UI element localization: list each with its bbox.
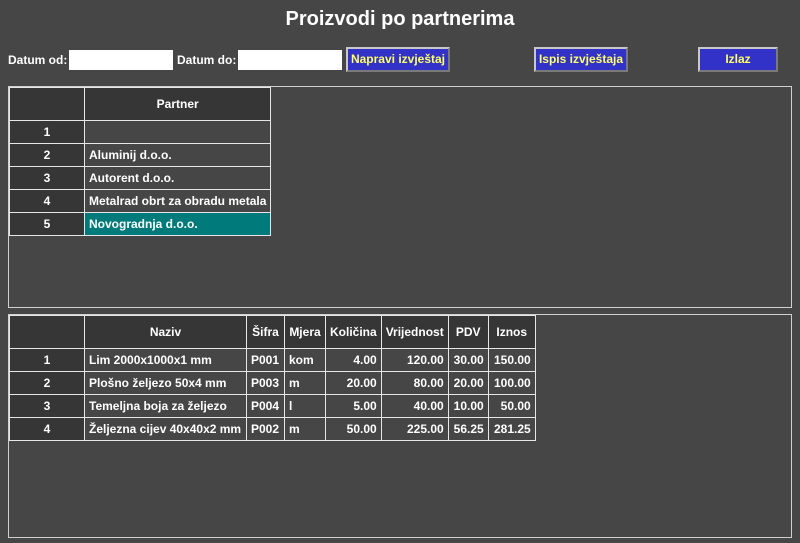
partner-name-cell[interactable]: Novogradnja d.o.o. xyxy=(83,212,272,236)
row-number-header xyxy=(9,315,85,349)
date-from-label: Datum od: xyxy=(8,53,68,67)
row-number[interactable]: 2 xyxy=(9,371,85,395)
exit-button[interactable]: Izlaz xyxy=(698,47,778,72)
row-number[interactable]: 4 xyxy=(9,189,85,213)
pdv-column-header[interactable]: PDV xyxy=(447,315,489,349)
partner-column-header[interactable]: Partner xyxy=(83,87,272,121)
iznos-cell[interactable]: 281.25 xyxy=(487,417,536,441)
mjera-column-header[interactable]: Mjera xyxy=(284,315,326,349)
pdv-cell[interactable]: 56.25 xyxy=(447,417,489,441)
products-grid[interactable]: Naziv Šifra Mjera Količina Vrijednost PD… xyxy=(8,314,792,538)
row-number[interactable]: 4 xyxy=(9,417,85,441)
naziv-cell[interactable]: Lim 2000x1000x1 mm xyxy=(84,348,247,372)
vrijednost-cell[interactable]: 225.00 xyxy=(380,417,449,441)
date-to-field[interactable] xyxy=(238,50,342,70)
pdv-cell[interactable]: 30.00 xyxy=(447,348,489,372)
row-number[interactable]: 1 xyxy=(9,348,85,372)
naziv-cell[interactable]: Plošno željezo 50x4 mm xyxy=(84,371,247,395)
table-row[interactable]: 1 xyxy=(9,120,272,144)
table-row[interactable]: 5 Novogradnja d.o.o. xyxy=(9,212,272,236)
kolicina-cell[interactable]: 4.00 xyxy=(325,348,382,372)
row-number[interactable]: 3 xyxy=(9,166,85,190)
kolicina-cell[interactable]: 5.00 xyxy=(325,394,382,418)
iznos-column-header[interactable]: Iznos xyxy=(487,315,536,349)
sifra-column-header[interactable]: Šifra xyxy=(246,315,285,349)
vrijednost-cell[interactable]: 120.00 xyxy=(380,348,449,372)
table-row[interactable]: 4 Željezna cijev 40x40x2 mm P002 m 50.00 225.… xyxy=(9,417,536,441)
partner-name-cell[interactable]: Aluminij d.o.o. xyxy=(83,143,272,167)
table-row[interactable]: 3 Autorent d.o.o. xyxy=(9,166,272,190)
row-number-header xyxy=(9,87,85,121)
mjera-cell[interactable]: kom xyxy=(284,348,326,372)
naziv-column-header[interactable]: Naziv xyxy=(84,315,247,349)
sifra-cell[interactable]: P002 xyxy=(246,417,285,441)
sifra-cell[interactable]: P001 xyxy=(246,348,285,372)
sifra-cell[interactable]: P003 xyxy=(246,371,285,395)
kolicina-column-header[interactable]: Količina xyxy=(325,315,382,349)
row-number[interactable]: 2 xyxy=(9,143,85,167)
partner-name-cell[interactable] xyxy=(83,120,272,144)
products-header-row: Naziv Šifra Mjera Količina Vrijednost PD… xyxy=(9,315,536,349)
row-number[interactable]: 1 xyxy=(9,120,85,144)
vrijednost-column-header[interactable]: Vrijednost xyxy=(380,315,449,349)
iznos-cell[interactable]: 150.00 xyxy=(487,348,536,372)
table-row[interactable]: 2 Plošno željezo 50x4 mm P003 m 20.00 80.00 20… xyxy=(9,371,536,395)
vrijednost-cell[interactable]: 80.00 xyxy=(380,371,449,395)
partners-grid[interactable]: Partner 1 2 Aluminij d.o.o. 3 Autorent d.o.o… xyxy=(8,86,792,308)
mjera-cell[interactable]: m xyxy=(284,371,326,395)
mjera-cell[interactable]: l xyxy=(284,394,326,418)
print-report-button[interactable]: Ispis izvještaja xyxy=(534,47,628,72)
make-report-button[interactable]: Napravi izvještaj xyxy=(346,47,450,72)
iznos-cell[interactable]: 50.00 xyxy=(487,394,536,418)
kolicina-cell[interactable]: 20.00 xyxy=(325,371,382,395)
row-number[interactable]: 5 xyxy=(9,212,85,236)
pdv-cell[interactable]: 20.00 xyxy=(447,371,489,395)
table-row[interactable]: 1 Lim 2000x1000x1 mm P001 kom 4.00 120.00 30.0… xyxy=(9,348,536,372)
partners-table: Partner 1 2 Aluminij d.o.o. 3 Autorent d.o.o… xyxy=(9,87,272,236)
vrijednost-cell[interactable]: 40.00 xyxy=(380,394,449,418)
naziv-cell[interactable]: Temeljna boja za željezo xyxy=(84,394,247,418)
partners-header-row: Partner xyxy=(9,87,272,121)
mjera-cell[interactable]: m xyxy=(284,417,326,441)
naziv-cell[interactable]: Željezna cijev 40x40x2 mm xyxy=(84,417,247,441)
table-row[interactable]: 4 Metalrad obrt za obradu metala xyxy=(9,189,272,213)
date-from-field[interactable] xyxy=(69,50,173,70)
partner-name-cell[interactable]: Metalrad obrt za obradu metala xyxy=(83,189,272,213)
products-table: Naziv Šifra Mjera Količina Vrijednost PD… xyxy=(9,315,536,441)
date-to-label: Datum do: xyxy=(177,53,237,67)
table-row[interactable]: 3 Temeljna boja za željezo P004 l 5.00 40.00 1… xyxy=(9,394,536,418)
window-title: Proizvodi po partnerima xyxy=(285,8,515,30)
table-row[interactable]: 2 Aluminij d.o.o. xyxy=(9,143,272,167)
iznos-cell[interactable]: 100.00 xyxy=(487,371,536,395)
sifra-cell[interactable]: P004 xyxy=(246,394,285,418)
kolicina-cell[interactable]: 50.00 xyxy=(325,417,382,441)
partner-name-cell[interactable]: Autorent d.o.o. xyxy=(83,166,272,190)
row-number[interactable]: 3 xyxy=(9,394,85,418)
pdv-cell[interactable]: 10.00 xyxy=(447,394,489,418)
